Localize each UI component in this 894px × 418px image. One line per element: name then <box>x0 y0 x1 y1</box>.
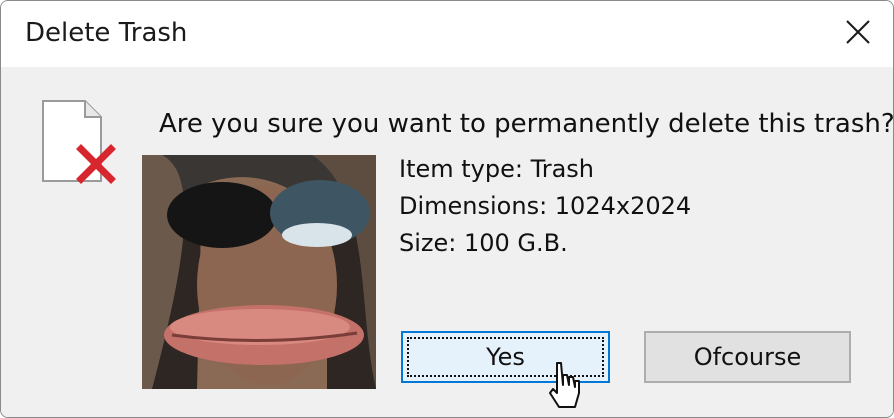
dialog-body: Are you sure you want to permanently del… <box>1 67 893 417</box>
close-button[interactable] <box>833 9 883 55</box>
window-title: Delete Trash <box>25 18 188 48</box>
item-dimensions: Dimensions: 1024x2024 <box>399 192 692 220</box>
file-delete-icon <box>42 100 116 184</box>
dialog-window: Delete Trash Are you sure you want to pe… <box>0 0 894 418</box>
confirm-question: Are you sure you want to permanently del… <box>159 109 894 139</box>
title-bar[interactable]: Delete Trash <box>1 1 893 67</box>
close-icon <box>846 20 870 44</box>
yes-button[interactable]: Yes <box>401 331 610 383</box>
ofcourse-button[interactable]: Ofcourse <box>644 331 851 383</box>
item-size: Size: 100 G.B. <box>399 229 568 257</box>
item-type: Item type: Trash <box>399 155 595 183</box>
item-properties: Item type: Trash Dimensions: 1024x2024 S… <box>399 151 691 262</box>
item-thumbnail <box>142 155 376 389</box>
